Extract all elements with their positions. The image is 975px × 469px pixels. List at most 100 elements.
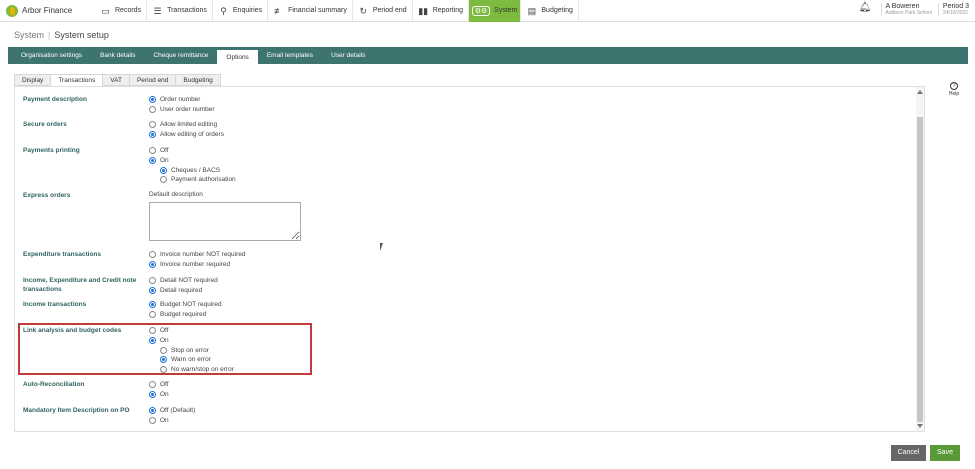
radio-button[interactable] (149, 287, 156, 295)
save-button[interactable]: Save (930, 445, 960, 461)
scrollbar-thumb[interactable] (917, 117, 923, 422)
setting-label: Income, Expenditure and Credit note tran… (23, 277, 137, 293)
period-indicator[interactable]: Period 3 24/10/2022 (937, 2, 969, 16)
radio-label: On (160, 417, 169, 425)
breadcrumb-root[interactable]: System (14, 30, 44, 40)
radio-label: Payment authorisation (171, 176, 236, 184)
user-menu[interactable]: A Boweren Addison Park School (880, 2, 932, 16)
radio-option[interactable]: Allow limited editing (149, 120, 224, 130)
tab-organisation-settings[interactable]: Organisation settings (12, 47, 91, 64)
breadcrumb-current: System setup (54, 30, 109, 40)
nav-item-records[interactable]: ▭ Records (95, 0, 148, 22)
radio-option[interactable]: Allow editing of orders (149, 130, 224, 140)
bell-icon[interactable]: 🔔︎ (859, 2, 872, 16)
subtab-period-end[interactable]: Period end (128, 74, 176, 86)
tab-options[interactable]: Options (217, 50, 258, 65)
radio-button[interactable] (149, 381, 156, 389)
nav-item-reporting[interactable]: ▮▮ Reporting (413, 0, 470, 22)
radio-label: Invoice number NOT required (160, 251, 246, 259)
scrollbar[interactable] (916, 87, 924, 431)
nav-item-label: Period end (372, 7, 407, 14)
radio-label: On (160, 391, 169, 399)
setting-options: Detail NOT required Detail required (149, 276, 218, 295)
user-area: 🔔︎ A Boweren Addison Park School Period … (859, 2, 969, 16)
radio-button[interactable] (160, 166, 167, 174)
radio-label: Allow limited editing (160, 121, 218, 129)
mouse-cursor-icon (380, 243, 383, 251)
radio-option[interactable]: Off (149, 380, 169, 390)
scroll-down-arrow-icon[interactable] (917, 424, 923, 428)
setting-label: Income transactions (23, 301, 87, 308)
budgeting-icon: ▤ (527, 5, 537, 16)
radio-option[interactable]: Invoice number NOT required (149, 250, 246, 260)
tab-user-details[interactable]: User details (322, 47, 374, 64)
radio-label: Budget NOT required (160, 301, 222, 309)
setting-label: Payment description (23, 96, 87, 103)
subtab-display[interactable]: Display (14, 74, 51, 86)
user-subtitle: Addison Park School (885, 9, 932, 16)
radio-option[interactable]: On (149, 156, 236, 166)
transactions-icon: ☰ (153, 5, 162, 16)
radio-button[interactable] (149, 301, 156, 309)
radio-button[interactable] (149, 417, 156, 425)
subtab-transactions[interactable]: Transactions (50, 74, 103, 86)
radio-option[interactable]: Order number (149, 95, 215, 105)
setting-label: Expenditure transactions (23, 251, 102, 258)
nav-item-system[interactable]: ⚙⚙ System (469, 0, 522, 22)
radio-button[interactable] (149, 157, 156, 165)
radio-button[interactable] (149, 311, 156, 319)
nav-item-label: System (494, 7, 518, 14)
radio-option[interactable]: Off (Default) (149, 406, 195, 416)
radio-button[interactable] (149, 147, 156, 155)
radio-button[interactable] (149, 121, 156, 129)
radio-label: Allow editing of orders (160, 131, 224, 139)
setting-options: Order number User order number (149, 95, 215, 114)
cancel-button[interactable]: Cancel (891, 445, 926, 461)
radio-option[interactable]: Budget required (149, 310, 222, 320)
subtab-budgeting[interactable]: Budgeting (175, 74, 221, 86)
radio-option[interactable]: Off (149, 146, 236, 156)
radio-sub-option[interactable]: Cheques / BACS (160, 165, 236, 175)
nav-item-period-end[interactable]: ↻ Period end (353, 0, 413, 22)
nav-item-label: Enquiries (232, 7, 263, 14)
radio-button[interactable] (160, 176, 167, 184)
radio-button[interactable] (149, 96, 156, 104)
help-button[interactable]: ? Help (944, 82, 964, 97)
tab-email-templates[interactable]: Email templates (258, 47, 322, 64)
radio-option[interactable]: On (149, 416, 195, 426)
radio-option[interactable]: User order number (149, 105, 215, 115)
nav-item-transactions[interactable]: ☰ Transactions (147, 0, 213, 22)
arbor-logo-icon (6, 4, 18, 17)
radio-button[interactable] (149, 131, 156, 139)
search-icon: ⚲ (220, 5, 227, 16)
default-description-input[interactable] (149, 202, 301, 241)
subtab-vat[interactable]: VAT (102, 74, 129, 86)
radio-button[interactable] (149, 407, 156, 415)
radio-button[interactable] (149, 277, 156, 285)
tab-bank-details[interactable]: Bank details (91, 47, 144, 64)
radio-label: Invoice number required (160, 261, 231, 269)
radio-label: Cheques / BACS (171, 166, 221, 174)
nav-item-label: Financial summary (288, 7, 347, 14)
setting-label: Secure orders (23, 121, 67, 128)
app-name: Arbor Finance (22, 6, 73, 15)
tab-cheque-remittance[interactable]: Cheque remittance (144, 47, 217, 64)
app-logo[interactable]: Arbor Finance (0, 4, 95, 17)
radio-button[interactable] (149, 251, 156, 259)
nav-item-budgeting[interactable]: ▤ Budgeting (521, 0, 579, 22)
setting-label: Auto-Reconciliation (23, 381, 85, 388)
nav-item-financial-summary[interactable]: ≢ Financial summary (268, 0, 353, 22)
nav-item-enquiries[interactable]: ⚲ Enquiries (213, 0, 269, 22)
breadcrumb: System | System setup (14, 30, 109, 40)
radio-sub-option[interactable]: Payment authorisation (160, 175, 236, 185)
radio-option[interactable]: Detail NOT required (149, 276, 218, 286)
radio-button[interactable] (149, 261, 156, 269)
radio-option[interactable]: On (149, 390, 169, 400)
scroll-up-arrow-icon[interactable] (917, 90, 923, 94)
radio-option[interactable]: Detail required (149, 286, 218, 296)
radio-button[interactable] (149, 391, 156, 399)
radio-option[interactable]: Invoice number required (149, 260, 246, 270)
radio-button[interactable] (149, 106, 156, 114)
radio-option[interactable]: Budget NOT required (149, 300, 222, 310)
radio-label: Budget required (160, 311, 207, 319)
